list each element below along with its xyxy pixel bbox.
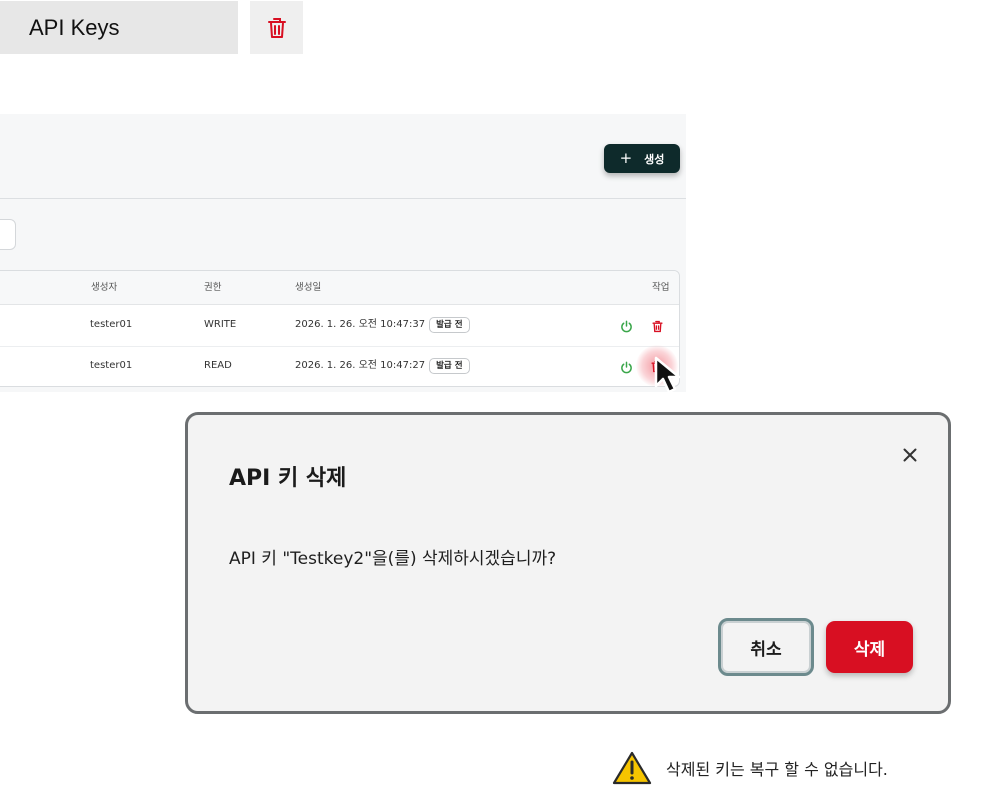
page-title-text: API Keys — [29, 14, 120, 40]
column-header-actions: 작업 — [652, 282, 670, 293]
row-2-created: 2026. 1. 26. 오전 10:47:27 발급 전 — [295, 358, 470, 374]
trash-icon — [651, 320, 663, 332]
create-button-label: 생성 — [644, 152, 665, 166]
delete-confirm-dialog: API 키 삭제 API 키 "Testkey2"을(를) 삭제하시겠습니까? … — [185, 412, 951, 714]
panel-divider — [0, 198, 686, 199]
dialog-title: API 키 삭제 — [229, 466, 347, 491]
row-2-created-date: 2026. 1. 26. 오전 10:47:27 — [295, 360, 426, 371]
mouse-pointer-icon — [654, 356, 681, 394]
row-1-creator: tester01 — [90, 319, 133, 330]
row-1-created-date: 2026. 1. 26. 오전 10:47:37 — [295, 319, 426, 330]
delete-row-button[interactable] — [650, 319, 664, 333]
close-button[interactable] — [900, 445, 920, 465]
dialog-message: API 키 "Testkey2"을(를) 삭제하시겠습니까? — [229, 549, 557, 569]
row-1-created: 2026. 1. 26. 오전 10:47:37 발급 전 — [295, 317, 470, 333]
cancel-button-label: 취소 — [750, 639, 782, 660]
api-keys-table: 생성자 권한 생성일 작업 tester01 WRITE 2026. 1. 26… — [0, 270, 680, 387]
warning-note: 삭제된 키는 복구 할 수 없습니다. — [612, 751, 888, 785]
close-icon — [903, 448, 917, 462]
row-2-permission: READ — [204, 360, 232, 371]
create-button[interactable]: + 생성 — [604, 144, 680, 173]
page-title: API Keys — [0, 1, 238, 54]
row-divider — [0, 346, 679, 347]
column-header-permission: 권한 — [204, 282, 222, 293]
column-header-creator: 생성자 — [91, 282, 118, 293]
column-header-created: 생성일 — [295, 282, 322, 293]
power-icon — [620, 361, 632, 373]
toggle-button[interactable] — [619, 360, 633, 374]
trash-icon — [267, 17, 286, 38]
status-badge: 발급 전 — [429, 358, 470, 374]
row-2-creator: tester01 — [90, 360, 133, 371]
status-badge: 발급 전 — [429, 317, 470, 333]
row-1-permission: WRITE — [204, 319, 237, 330]
confirm-delete-button[interactable]: 삭제 — [826, 621, 913, 673]
cancel-button[interactable]: 취소 — [718, 618, 814, 676]
toggle-button[interactable] — [619, 319, 633, 333]
plus-icon: + — [619, 149, 633, 167]
warning-triangle-icon — [612, 751, 652, 785]
warning-text: 삭제된 키는 복구 할 수 없습니다. — [666, 760, 888, 779]
power-icon — [620, 320, 632, 332]
confirm-delete-label: 삭제 — [853, 639, 886, 660]
search-input[interactable] — [0, 219, 16, 250]
delete-button[interactable] — [250, 1, 303, 54]
